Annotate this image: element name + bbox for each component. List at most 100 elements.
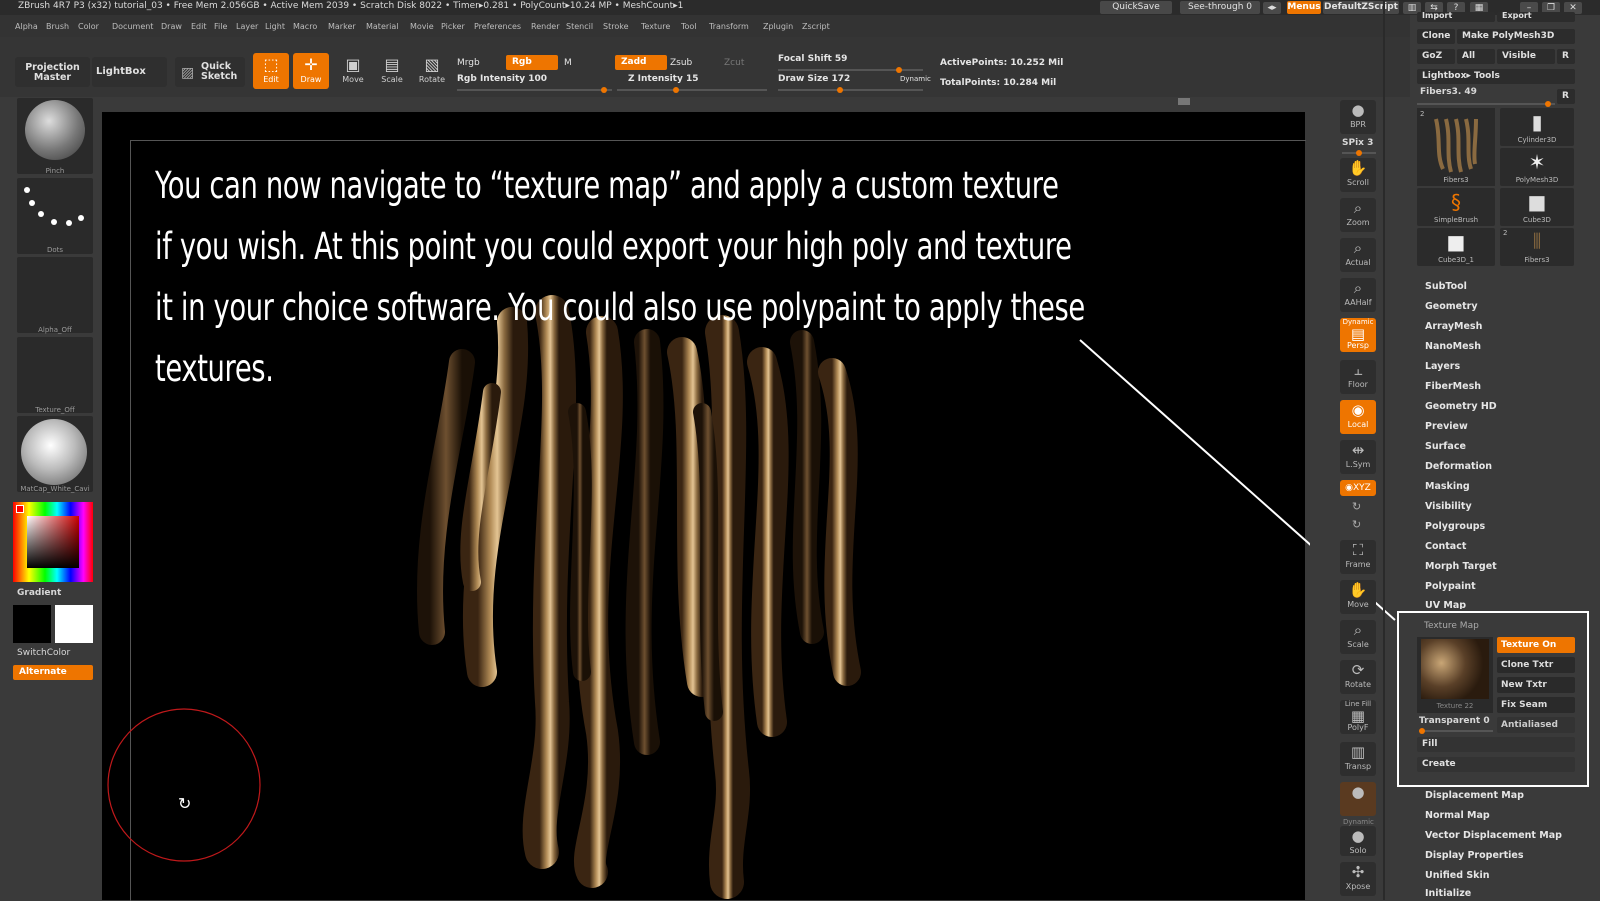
menu-document[interactable]: Document: [112, 22, 153, 31]
menu-draw[interactable]: Draw: [161, 22, 182, 31]
color-picker[interactable]: [13, 502, 93, 582]
aahalf-button[interactable]: ⌕ AAHalf: [1340, 278, 1376, 312]
subpalette-arraymesh[interactable]: ArrayMesh: [1425, 321, 1482, 332]
focal-shift-slider[interactable]: Focal Shift 59: [778, 54, 847, 64]
zsub-toggle[interactable]: Zsub: [670, 58, 692, 68]
subpalette-nanomesh[interactable]: NanoMesh: [1425, 341, 1481, 352]
spix-slider[interactable]: SPix 3: [1342, 138, 1373, 148]
stroke-thumbnail[interactable]: [17, 178, 93, 254]
menu-brush[interactable]: Brush: [46, 22, 69, 31]
subpalette-unified-skin[interactable]: Unified Skin: [1425, 870, 1490, 881]
tool-thumb-polymesh3d[interactable]: ✶ PolyMesh3D: [1500, 148, 1574, 186]
menu-color[interactable]: Color: [78, 22, 99, 31]
z-intensity-slider[interactable]: Z Intensity 15: [628, 74, 699, 84]
dynamic-toggle[interactable]: Dynamic: [900, 75, 931, 83]
current-tool-slider[interactable]: Fibers3. 49: [1420, 87, 1477, 97]
menu-file[interactable]: File: [214, 22, 227, 31]
draw-size-track[interactable]: [778, 87, 923, 93]
actual-button[interactable]: ⌕ Actual: [1340, 238, 1376, 272]
floor-button[interactable]: ⫠ Floor: [1340, 360, 1376, 394]
subpalette-vector-displacement-map[interactable]: Vector Displacement Map: [1425, 830, 1562, 841]
tool-thumb-simplebrush[interactable]: § SimpleBrush: [1417, 188, 1495, 226]
zoom-button[interactable]: ⌕ Zoom: [1340, 198, 1376, 232]
rgb-intensity-track[interactable]: [457, 87, 612, 93]
subpalette-geometry-hd[interactable]: Geometry HD: [1425, 401, 1497, 412]
canvas-scroll-handle[interactable]: [1178, 98, 1190, 105]
move-button[interactable]: ▣ Move: [335, 53, 371, 89]
menu-stroke[interactable]: Stroke: [603, 22, 629, 31]
menu-stencil[interactable]: Stencil: [566, 22, 593, 31]
subpalette-contact[interactable]: Contact: [1425, 541, 1466, 552]
subpalette-polypaint[interactable]: Polypaint: [1425, 581, 1476, 592]
menu-tool[interactable]: Tool: [681, 22, 697, 31]
tool-thumb-cube3d[interactable]: ■ Cube3D: [1500, 188, 1574, 226]
subpalette-morph-target[interactable]: Morph Target: [1425, 561, 1497, 572]
persp-button[interactable]: Dynamic ▤ Persp: [1340, 318, 1376, 352]
lsym-button[interactable]: ⇹ L.Sym: [1340, 440, 1376, 474]
menu-render[interactable]: Render: [531, 22, 559, 31]
tool-thumb-cylinder3d[interactable]: ▮ Cylinder3D: [1500, 108, 1574, 146]
focal-shift-track[interactable]: [778, 67, 923, 73]
tool-slider-track[interactable]: [1417, 101, 1555, 107]
subpalette-geometry[interactable]: Geometry: [1425, 301, 1478, 312]
move-view-button[interactable]: ✋ Move: [1340, 580, 1376, 614]
menu-edit[interactable]: Edit: [191, 22, 207, 31]
subpalette-uv-map[interactable]: UV Map: [1425, 600, 1466, 609]
subpalette-deformation[interactable]: Deformation: [1425, 461, 1492, 472]
rotate-view-button[interactable]: ⟳ Rotate: [1340, 660, 1376, 694]
scroll-button[interactable]: ✋ Scroll: [1340, 158, 1376, 192]
menu-material[interactable]: Material: [366, 22, 399, 31]
tool-thumb-cube3d-1[interactable]: ■ Cube3D_1: [1417, 228, 1495, 266]
visible-button[interactable]: Visible: [1497, 49, 1555, 64]
subpalette-layers[interactable]: Layers: [1425, 361, 1460, 372]
menu-preferences[interactable]: Preferences: [474, 22, 521, 31]
subpalette-visibility[interactable]: Visibility: [1425, 501, 1472, 512]
menu-layer[interactable]: Layer: [236, 22, 258, 31]
edit-button[interactable]: ⬚ Edit: [253, 53, 289, 89]
menu-movie[interactable]: Movie: [410, 22, 434, 31]
main-color-swatch[interactable]: [55, 605, 93, 643]
menu-picker[interactable]: Picker: [441, 22, 465, 31]
subpalette-normal-map[interactable]: Normal Map: [1425, 810, 1490, 821]
xyz-button[interactable]: ◉XYZ: [1340, 480, 1376, 496]
z-intensity-track[interactable]: [617, 87, 767, 93]
material-thumbnail[interactable]: [17, 416, 93, 492]
import-button[interactable]: Import: [1417, 12, 1495, 22]
quicksave-button[interactable]: QuickSave: [1100, 1, 1172, 14]
lightbox-tools-button[interactable]: Lightbox▸ Tools: [1417, 69, 1575, 84]
bpr-button[interactable]: ● BPR: [1340, 100, 1376, 134]
solo-button[interactable]: ● Solo: [1340, 826, 1376, 856]
brush-thumbnail[interactable]: [17, 98, 93, 174]
menu-zscript[interactable]: Zscript: [802, 22, 830, 31]
r-button[interactable]: R: [1557, 49, 1575, 64]
lightbox-button[interactable]: LightBox: [92, 57, 167, 87]
rgb-intensity-slider[interactable]: Rgb Intensity 100: [457, 74, 547, 84]
see-through-slider[interactable]: See-through 0: [1180, 1, 1260, 14]
menu-texture[interactable]: Texture: [641, 22, 670, 31]
spix-track[interactable]: [1342, 150, 1376, 156]
m-toggle[interactable]: M: [564, 58, 572, 68]
menu-transform[interactable]: Transform: [709, 22, 749, 31]
subpalette-initialize[interactable]: Initialize: [1425, 888, 1471, 899]
subpalette-masking[interactable]: Masking: [1425, 481, 1470, 492]
alternate-button[interactable]: Alternate: [13, 665, 93, 680]
texture-thumbnail[interactable]: [17, 337, 93, 413]
menu-macro[interactable]: Macro: [293, 22, 317, 31]
subpalette-preview[interactable]: Preview: [1425, 421, 1468, 432]
menu-light[interactable]: Light: [265, 22, 285, 31]
switchcolor-button[interactable]: SwitchColor: [17, 648, 70, 658]
quick-sketch-button[interactable]: ▨ Quick Sketch: [175, 57, 245, 87]
color-square[interactable]: [27, 516, 79, 568]
frame-button[interactable]: ⛶ Frame: [1340, 540, 1376, 574]
r-tool-button[interactable]: R: [1557, 89, 1575, 104]
z-rotate-icon[interactable]: ↻: [1352, 518, 1361, 531]
alpha-thumbnail[interactable]: [17, 257, 93, 333]
gradient-label[interactable]: Gradient: [17, 588, 61, 598]
subpalette-displacement-map[interactable]: Displacement Map: [1425, 790, 1524, 801]
subpalette-polygroups[interactable]: Polygroups: [1425, 521, 1485, 532]
menu-marker[interactable]: Marker: [328, 22, 356, 31]
make-polymesh-button[interactable]: Make PolyMesh3D: [1457, 29, 1575, 44]
zcut-toggle[interactable]: Zcut: [724, 58, 744, 68]
see-through-arrows-icon[interactable]: ◂▸: [1263, 2, 1281, 14]
default-zscript-button[interactable]: DefaultZScript: [1323, 1, 1399, 14]
